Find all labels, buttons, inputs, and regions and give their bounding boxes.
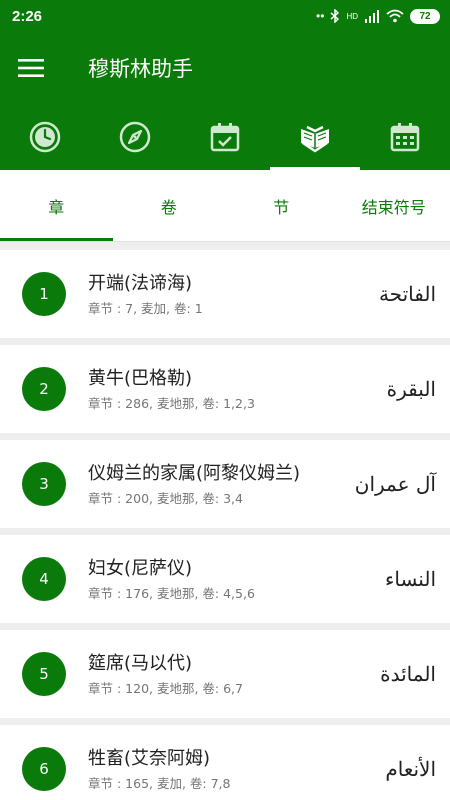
surah-title: 妇女(尼萨仪) [88,557,193,579]
status-time: 2:26 [12,7,43,25]
surah-title: 开端(法谛海) [88,272,193,294]
bluetooth-icon [330,9,340,23]
hamburger-menu-icon [18,59,44,77]
compass-icon [119,121,151,153]
surah-meta: 章节 : 165, 麦加, 卷: 7,8 [88,775,231,791]
clock-icon [29,121,61,153]
tab-end-marks[interactable]: 结束符号 [338,170,450,241]
surah-meta: 章节 : 286, 麦地那, 卷: 1,2,3 [88,395,255,411]
more-dots-icon: •• [316,9,325,23]
status-bar: 2:26 •• HD 72 [0,0,450,32]
surah-arabic-name: آل عمران [354,472,436,496]
surah-info: 开端(法谛海) 章节 : 7, 麦加, 卷: 1 [88,272,379,317]
surah-number-badge: 5 [22,652,66,696]
tab-quran[interactable] [270,104,360,170]
surah-arabic-name: الأنعام [385,757,436,781]
tab-verse[interactable]: 节 [225,170,338,241]
surah-info: 黄牛(巴格勒) 章节 : 286, 麦地那, 卷: 1,2,3 [88,367,387,412]
wifi-icon [386,9,404,23]
network-label: HD [346,11,358,21]
icon-tab-bar [0,104,450,170]
surah-list: 1 开端(法谛海) 章节 : 7, 麦加, 卷: 1 الفاتحة 2 黄牛(… [0,242,450,800]
surah-info: 筵席(马以代) 章节 : 120, 麦地那, 卷: 6,7 [88,652,380,697]
surah-meta: 章节 : 176, 麦地那, 卷: 4,5,6 [88,585,255,601]
tab-qibla-compass[interactable] [90,104,180,170]
surah-meta: 章节 : 7, 麦加, 卷: 1 [88,300,203,316]
surah-arabic-name: الفاتحة [378,282,436,306]
surah-title: 黄牛(巴格勒) [88,367,193,389]
surah-row[interactable]: 2 黄牛(巴格勒) 章节 : 286, 麦地那, 卷: 1,2,3 البقرة [0,345,450,433]
surah-row[interactable]: 3 仪姆兰的家属(阿黎仪姆兰) 章节 : 200, 麦地那, 卷: 3,4 آل… [0,440,450,528]
surah-row[interactable]: 4 妇女(尼萨仪) 章节 : 176, 麦地那, 卷: 4,5,6 النساء [0,535,450,623]
surah-title: 筵席(马以代) [88,652,193,674]
app-bar: 穆斯林助手 [0,32,450,170]
quran-sub-tabs: 章 卷 节 结束符号 [0,170,450,242]
surah-arabic-name: البقرة [386,377,436,401]
quran-icon [301,125,329,153]
surah-arabic-name: المائدة [380,662,436,686]
surah-row[interactable]: 5 筵席(马以代) 章节 : 120, 麦地那, 卷: 6,7 المائدة [0,630,450,718]
surah-number-badge: 3 [22,462,66,506]
surah-arabic-name: النساء [384,567,436,591]
surah-number-badge: 1 [22,272,66,316]
app-title: 穆斯林助手 [88,57,193,81]
battery-icon: 72 [410,8,440,24]
calendar-check-icon [210,123,240,152]
surah-meta: 章节 : 120, 麦地那, 卷: 6,7 [88,680,243,696]
surah-info: 妇女(尼萨仪) 章节 : 176, 麦地那, 卷: 4,5,6 [88,557,385,602]
menu-button[interactable] [0,32,62,104]
tab-juz[interactable]: 卷 [113,170,226,241]
surah-title: 仪姆兰的家属(阿黎仪姆兰) [88,462,301,484]
surah-info: 牲畜(艾奈阿姆) 章节 : 165, 麦加, 卷: 7,8 [88,747,385,792]
surah-info: 仪姆兰的家属(阿黎仪姆兰) 章节 : 200, 麦地那, 卷: 3,4 [88,462,355,507]
signal-icon [365,9,379,23]
status-icons: •• HD 72 [316,8,440,24]
surah-row[interactable]: 1 开端(法谛海) 章节 : 7, 麦加, 卷: 1 الفاتحة [0,250,450,338]
surah-title: 牲畜(艾奈阿姆) [88,747,211,769]
surah-meta: 章节 : 200, 麦地那, 卷: 3,4 [88,490,243,506]
tab-events[interactable] [180,104,270,170]
surah-number-badge: 4 [22,557,66,601]
tab-prayer-times[interactable] [0,104,90,170]
calendar-icon [390,123,420,152]
toolbar: 穆斯林助手 [0,32,450,104]
surah-number-badge: 6 [22,747,66,791]
tab-calendar[interactable] [360,104,450,170]
tab-surah[interactable]: 章 [0,170,113,241]
surah-row[interactable]: 6 牲畜(艾奈阿姆) 章节 : 165, 麦加, 卷: 7,8 الأنعام [0,725,450,800]
surah-number-badge: 2 [22,367,66,411]
